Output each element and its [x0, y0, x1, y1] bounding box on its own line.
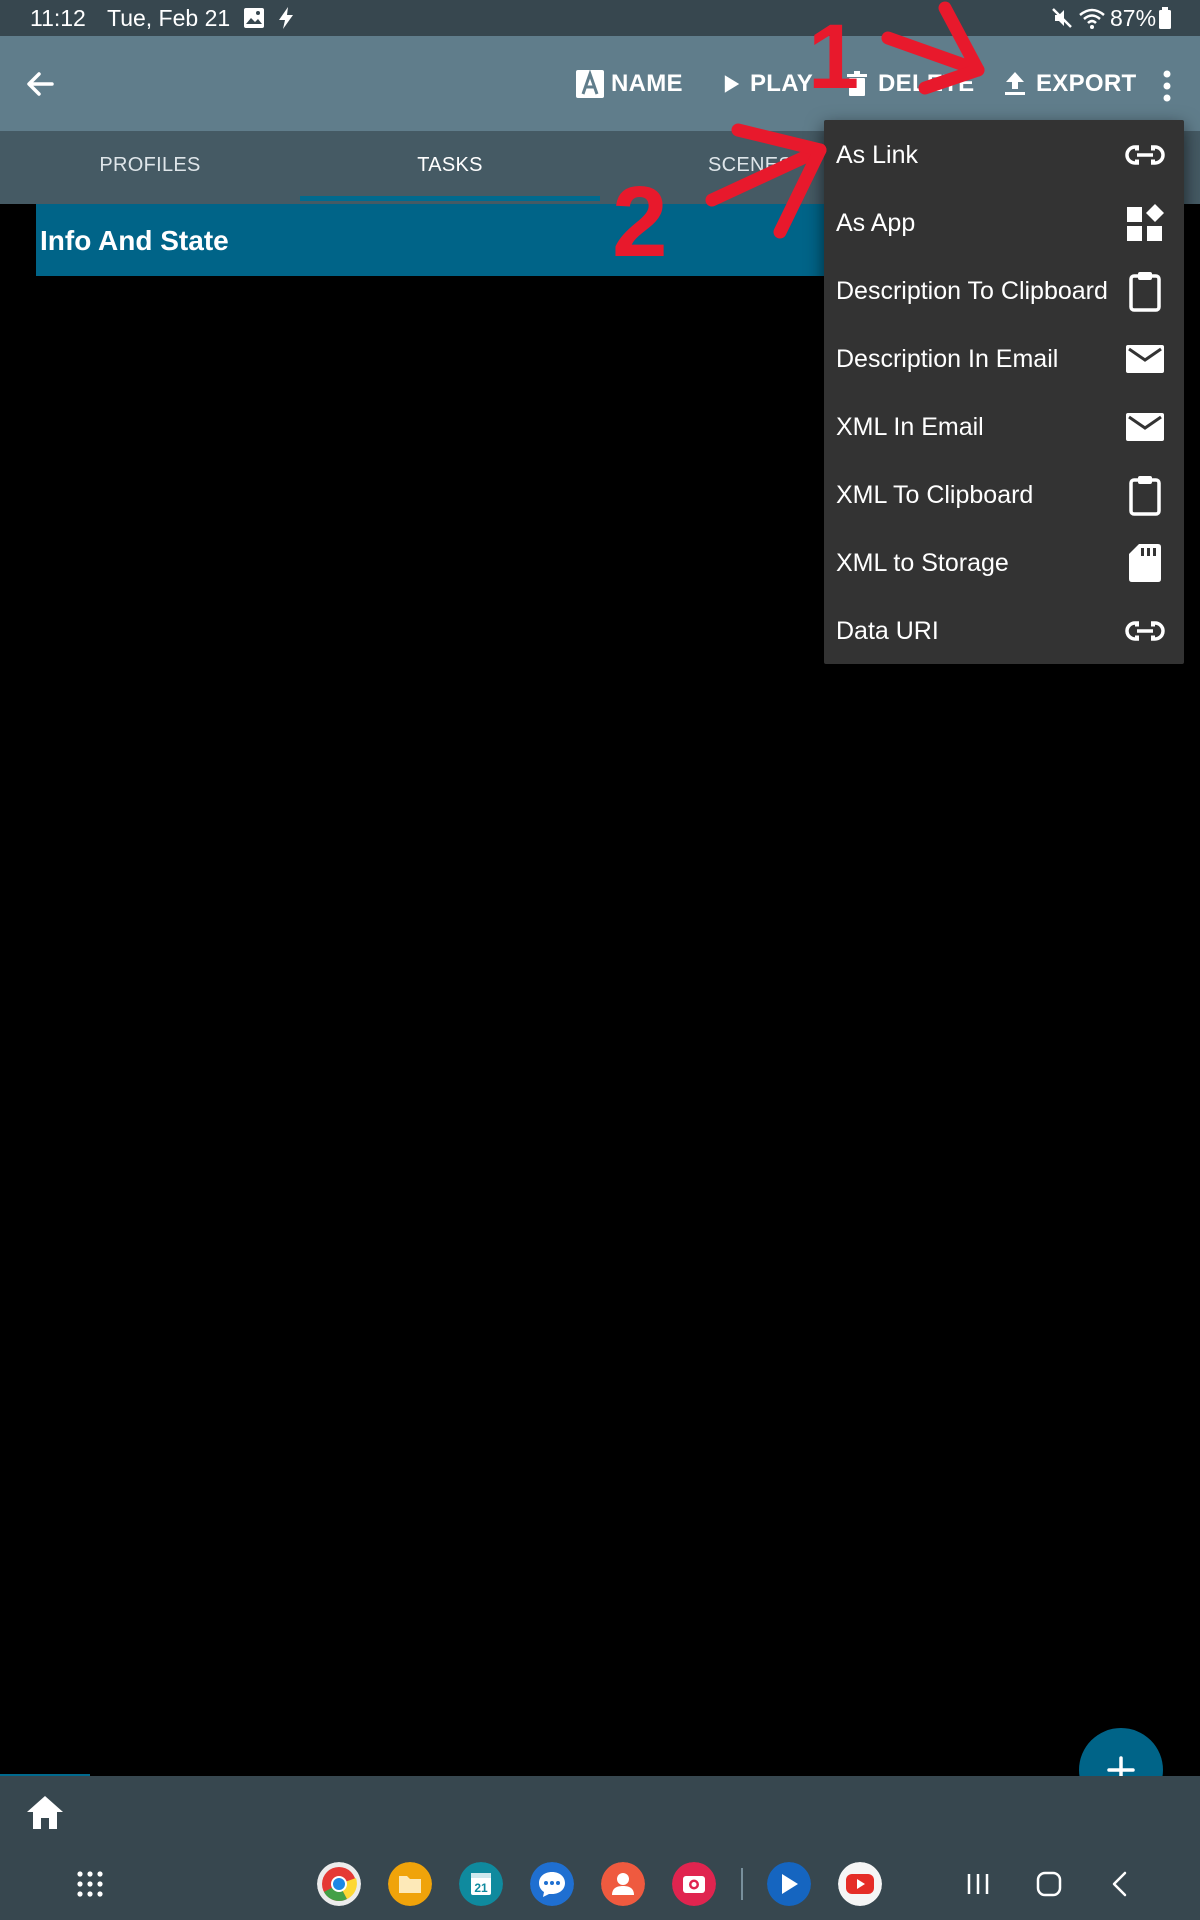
delete-label: DELETE — [878, 70, 975, 97]
status-bar: 11:12 Tue, Feb 21 87% — [0, 0, 1200, 36]
camera-icon[interactable] — [672, 1862, 716, 1906]
tasker-icon[interactable] — [767, 1862, 811, 1906]
menu-item-label: Description To Clipboard — [836, 277, 1108, 305]
menu-item-description-in-email[interactable]: Description In Email — [824, 324, 1184, 392]
messages-icon[interactable] — [530, 1862, 574, 1906]
menu-item-as-link[interactable]: As Link — [824, 120, 1184, 188]
play-icon — [724, 75, 740, 93]
menu-item-label: As Link — [836, 141, 918, 169]
status-date: Tue, Feb 21 — [107, 5, 231, 31]
bottom-bar — [0, 1776, 1200, 1920]
svg-text:21: 21 — [474, 1881, 488, 1895]
battery-icon — [1159, 7, 1171, 29]
name-button[interactable]: NAME — [575, 66, 683, 102]
youtube-icon[interactable] — [838, 1862, 882, 1906]
play-label: PLAY — [750, 70, 814, 97]
dock-divider — [741, 1868, 743, 1900]
menu-item-label: XML to Storage — [836, 549, 1009, 577]
menu-item-label: As App — [836, 209, 916, 237]
email-icon — [1126, 413, 1164, 441]
home-icon[interactable] — [24, 1792, 66, 1834]
wifi-icon — [1079, 8, 1105, 29]
task-toolbar: NAME PLAY DELETE EXPORT — [0, 36, 1200, 131]
back-arrow-icon[interactable] — [20, 64, 60, 104]
delete-button[interactable]: DELETE — [842, 66, 974, 102]
menu-item-description-to-clipboard[interactable]: Description To Clipboard — [824, 256, 1184, 324]
tasker-screen: 11:12 Tue, Feb 21 87% NAME PLAY DELETE E… — [0, 0, 1200, 1920]
contacts-icon[interactable] — [601, 1862, 645, 1906]
play-button[interactable]: PLAY — [720, 66, 813, 102]
export-button[interactable]: EXPORT — [1000, 66, 1136, 102]
menu-item-label: XML To Clipboard — [836, 481, 1034, 509]
battery-percent: 87% — [1110, 5, 1157, 31]
link-icon — [1125, 145, 1165, 165]
task-name: Info And State — [40, 225, 229, 256]
menu-item-xml-in-email[interactable]: XML In Email — [824, 392, 1184, 460]
recents-icon[interactable] — [960, 1866, 996, 1902]
clipboard-icon — [1129, 272, 1161, 312]
bolt-icon — [279, 7, 293, 29]
tab-tasks[interactable]: TASKS — [300, 131, 600, 204]
tab-indicator — [300, 196, 600, 201]
email-icon — [1126, 345, 1164, 373]
menu-item-data-uri[interactable]: Data URI — [824, 596, 1184, 664]
chrome-icon[interactable] — [317, 1862, 361, 1906]
rename-icon — [576, 69, 604, 98]
mute-icon — [1052, 8, 1072, 28]
home-nav-icon[interactable] — [1031, 1866, 1067, 1902]
app-drawer-icon[interactable] — [72, 1866, 108, 1902]
menu-item-label: Description In Email — [836, 345, 1059, 373]
menu-item-xml-to-clipboard[interactable]: XML To Clipboard — [824, 460, 1184, 528]
back-nav-icon[interactable] — [1102, 1866, 1138, 1902]
export-label: EXPORT — [1036, 70, 1137, 97]
link-icon — [1125, 621, 1165, 641]
export-menu: As Link As App Description To Clipboard — [824, 120, 1184, 664]
status-time: 11:12 — [30, 5, 86, 31]
menu-item-label: XML In Email — [836, 413, 984, 441]
widgets-icon — [1127, 204, 1164, 241]
menu-item-xml-to-storage[interactable]: XML to Storage — [824, 528, 1184, 596]
clipboard-icon — [1129, 476, 1161, 516]
tab-profiles[interactable]: PROFILES — [0, 131, 300, 204]
overflow-menu-icon[interactable] — [1152, 66, 1182, 106]
sd-card-icon — [1129, 544, 1161, 582]
trash-icon — [847, 71, 867, 96]
upload-icon — [1005, 72, 1025, 95]
gallery-icon — [244, 8, 264, 28]
name-label: NAME — [611, 70, 683, 97]
menu-item-as-app[interactable]: As App — [824, 188, 1184, 256]
menu-item-label: Data URI — [836, 617, 939, 645]
files-icon[interactable] — [388, 1862, 432, 1906]
calendar-icon[interactable]: 21 — [459, 1862, 503, 1906]
